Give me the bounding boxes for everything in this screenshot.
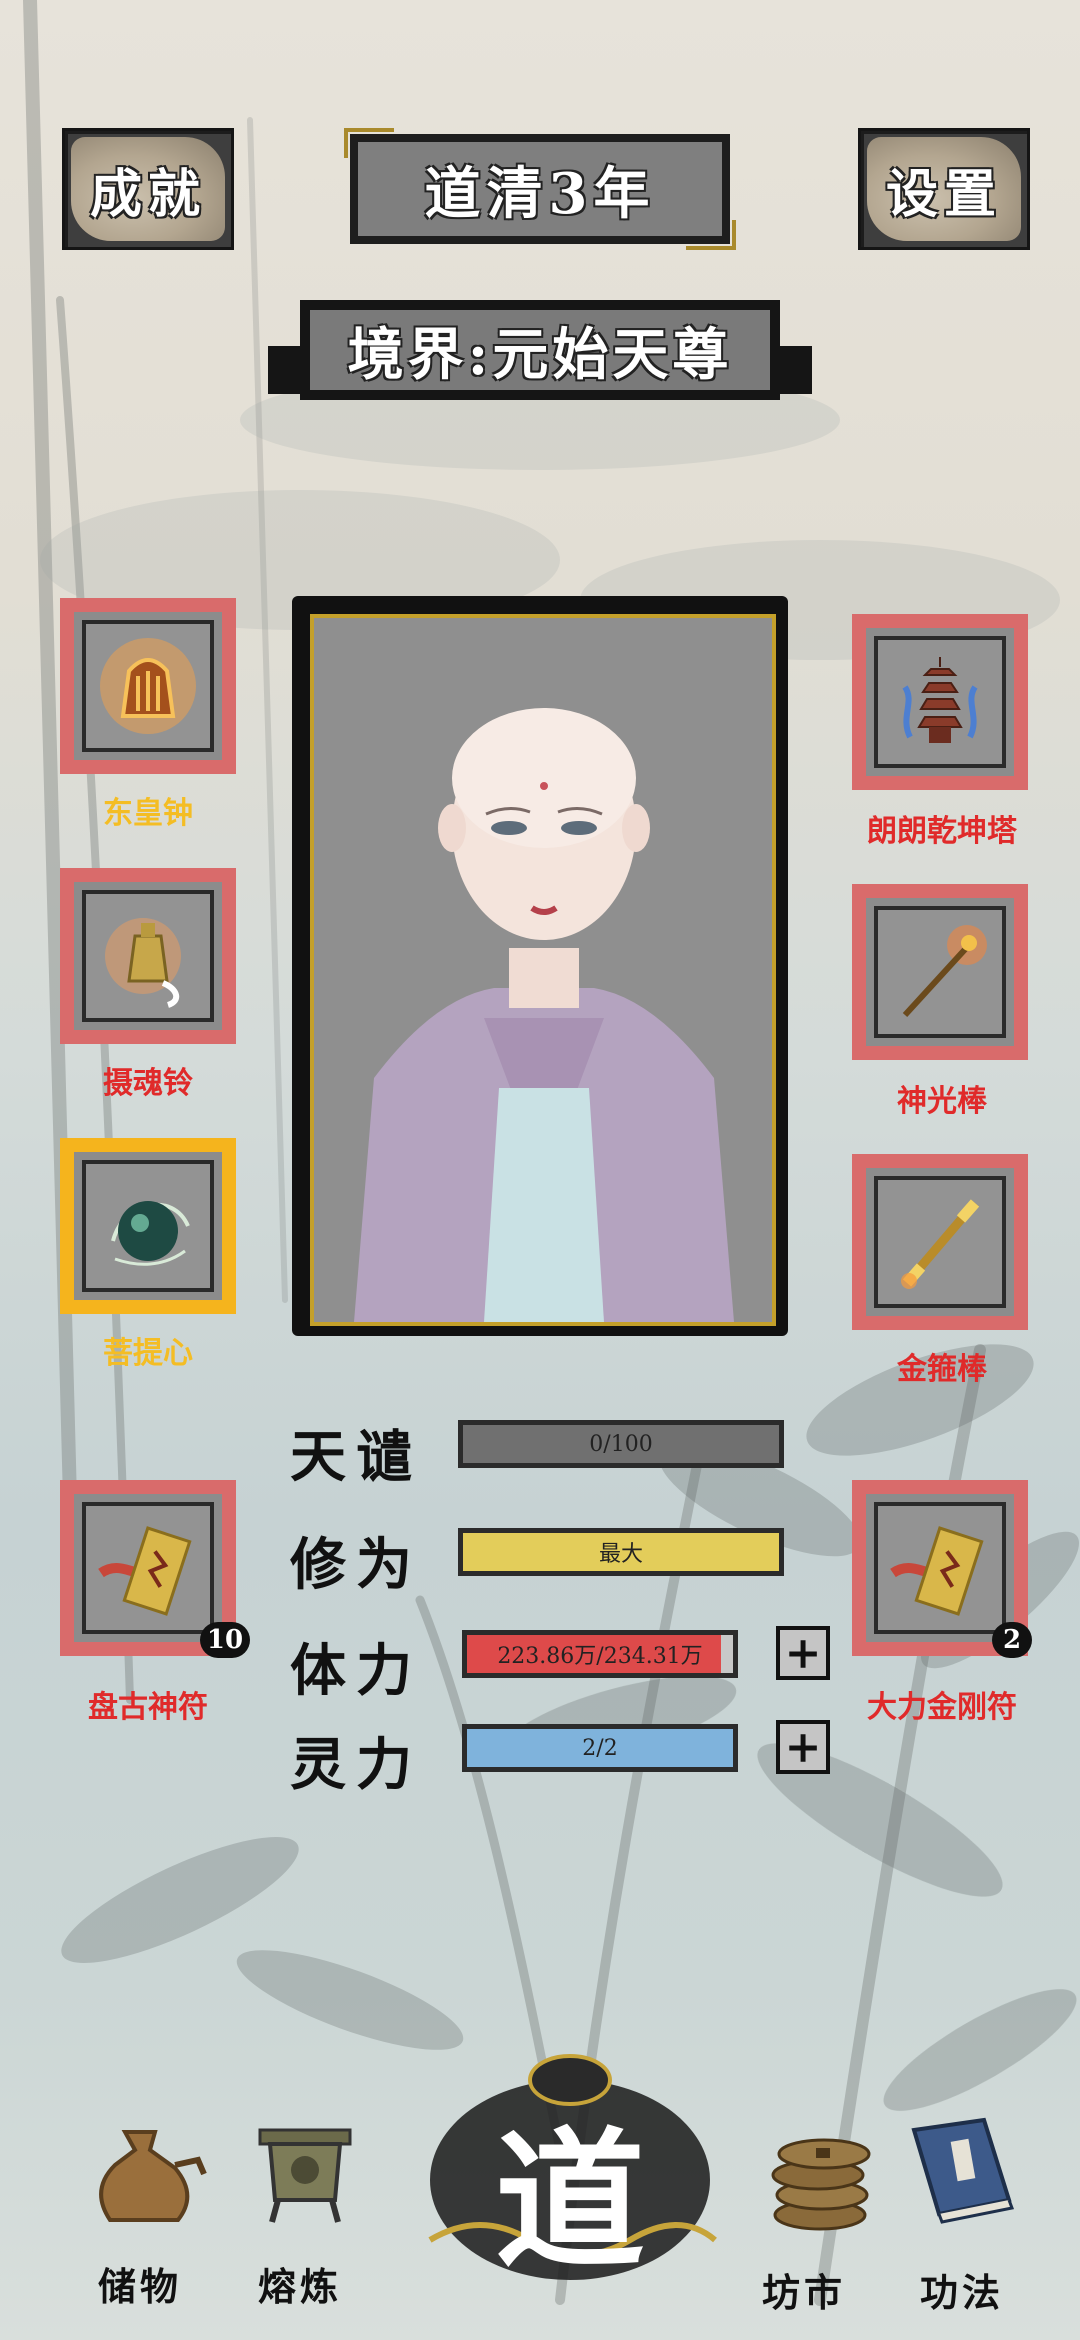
year-label: 道清3年 [424,160,656,227]
character-portrait [310,614,776,1326]
talisman-count-badge-right: 2 [992,1622,1032,1658]
add-stamina-button[interactable]: + [776,1626,830,1680]
achievements-button[interactable]: 成就 [62,128,234,250]
soul-bell-icon [105,918,181,1008]
cultivation-bar: 最大 [458,1528,784,1576]
nav-dao-label: 道 [494,2113,645,2289]
bell-artifact-icon [100,638,196,734]
talisman-label-left: 盘古神符 [88,1690,208,1725]
equip-slot-right-1[interactable] [852,614,1028,790]
nav-storage-label: 储物 [97,2264,182,2309]
settings-label: 设置 [885,163,1002,225]
spirit-bar: 2/2 [462,1724,738,1772]
nav-storage-button[interactable] [70,2110,220,2234]
cultivation-value: 最大 [598,1542,643,1567]
achievements-label: 成就 [89,163,206,225]
pagoda-icon [902,657,978,743]
nav-dao-button[interactable]: 道 [420,2040,720,2290]
equip-label-right-2: 神光棒 [897,1084,987,1119]
spirit-label: 灵力 [290,1732,422,1798]
light-staff-icon [902,925,987,1018]
talisman-icon [890,1526,984,1616]
tribulation-label: 天谴 [290,1424,422,1490]
settings-button[interactable]: 设置 [858,128,1030,250]
realm-plaque: 境界:元始天尊 [300,300,780,400]
equip-slot-right-3[interactable] [852,1154,1028,1330]
stamina-value: 223.86万/234.31万 [497,1644,703,1669]
tribulation-value: 0/100 [589,1431,653,1457]
equip-slot-left-1[interactable] [60,598,236,774]
equip-label-right-1: 朗朗乾坤塔 [867,814,1017,849]
equip-slot-left-2[interactable] [60,868,236,1044]
cultivation-label: 修为 [290,1532,422,1598]
nav-market-label: 坊市 [761,2270,846,2315]
year-plaque: 道清3年 [344,128,736,250]
tribulation-bar: 0/100 [458,1420,784,1468]
equip-label-left-3: 菩提心 [103,1336,193,1371]
nav-smelt-label: 熔炼 [257,2264,342,2309]
pouch-icon [99,2130,207,2222]
equip-slot-right-2[interactable] [852,884,1028,1060]
nav-market-button[interactable] [750,2110,900,2244]
stamina-bar: 223.86万/234.31万 [462,1630,738,1678]
bodhi-orb-icon [111,1201,190,1266]
talisman-count-badge-left: 10 [200,1622,250,1658]
add-spirit-button[interactable]: + [776,1720,830,1774]
golden-staff-icon [901,1199,980,1289]
talisman-icon [98,1526,192,1616]
equip-slot-left-3[interactable] [60,1138,236,1314]
character-figure [354,708,734,1322]
coins-icon [771,2138,871,2231]
nav-techniques-label: 功法 [919,2270,1004,2315]
nav-techniques-button[interactable] [884,2110,1034,2234]
equip-label-left-2: 摄魂铃 [103,1066,193,1101]
spirit-value: 2/2 [582,1735,618,1761]
equip-label-left-1: 东皇钟 [103,796,193,831]
talisman-label-right: 大力金刚符 [867,1690,1017,1725]
stamina-label: 体力 [290,1638,422,1704]
nav-smelt-button[interactable] [230,2110,380,2234]
furnace-icon [258,2128,352,2223]
realm-label: 境界:元始天尊 [347,321,733,388]
equip-label-right-3: 金箍棒 [897,1352,987,1387]
book-icon [911,2117,1015,2224]
